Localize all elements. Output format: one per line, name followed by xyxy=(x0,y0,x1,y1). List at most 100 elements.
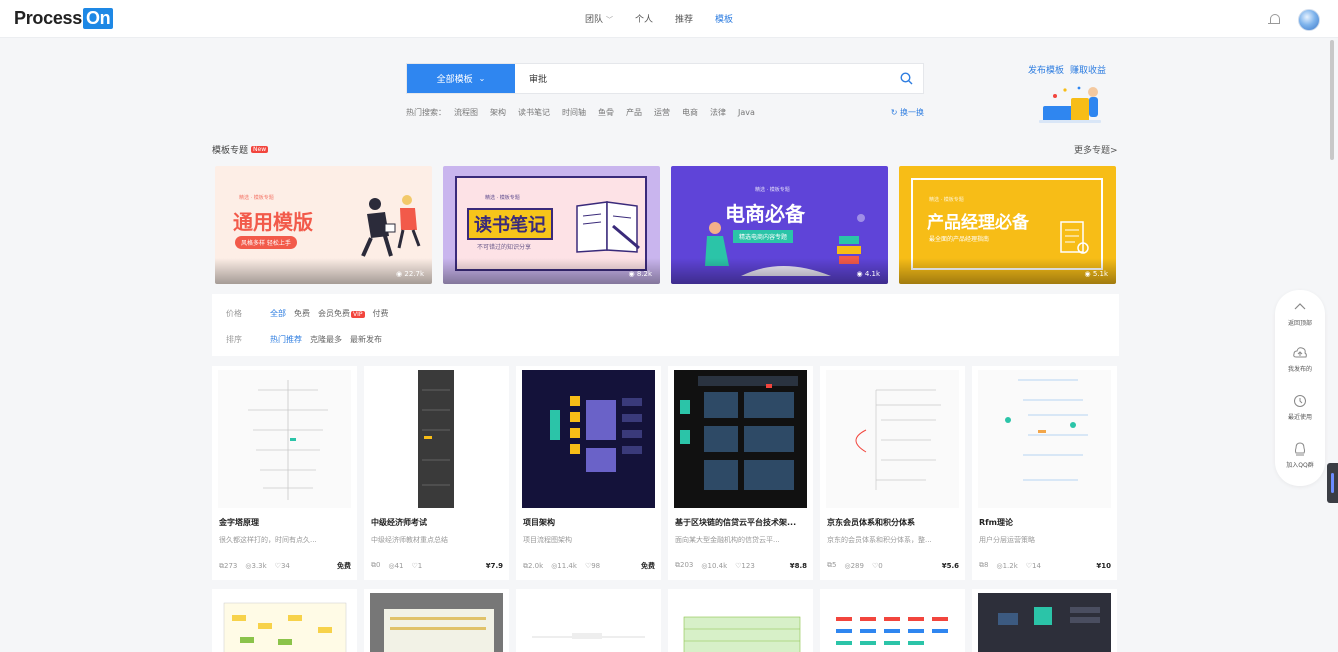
chevron-down-icon: ⌄ xyxy=(478,74,486,83)
my-published-button[interactable]: 我发布的 xyxy=(1275,346,1325,373)
hot-keyword[interactable]: 运营 xyxy=(654,107,670,118)
template-card[interactable]: 中级经济师考试 中级经济师教材重点总结 ⧉0 ◎41 ♡1 ¥7.9 xyxy=(364,366,509,580)
tool-label: 我发布的 xyxy=(1287,366,1312,373)
more-topics-link[interactable]: 更多专题> xyxy=(1074,143,1118,156)
banner-product-manager[interactable]: 精选 · 模板专题 产品经理必备 最全面的产品经理指南 ◉ 5.1k xyxy=(899,166,1116,284)
like-count: ♡1 xyxy=(411,561,423,570)
earn-income-link[interactable]: 赚取收益 xyxy=(1070,63,1106,76)
sort-option-popular[interactable]: 热门推荐 xyxy=(270,334,302,345)
template-thumbnail xyxy=(370,593,503,652)
search-input[interactable] xyxy=(515,64,889,93)
template-card[interactable] xyxy=(364,589,509,652)
hot-keyword[interactable]: Java xyxy=(738,108,755,117)
template-card[interactable] xyxy=(212,589,357,652)
card-title: 京东会员体系和积分体系 xyxy=(827,518,915,527)
hot-keyword[interactable]: 电商 xyxy=(682,107,698,118)
nav-item-templates[interactable]: 模板 xyxy=(715,12,733,25)
banner-subtitle: 最全面的产品经理指南 xyxy=(929,236,990,243)
join-qq-group-button[interactable]: 加入QQ群 xyxy=(1275,442,1325,469)
view-count: ◎289 xyxy=(844,561,864,570)
template-card[interactable] xyxy=(820,589,965,652)
card-price: ¥5.6 xyxy=(941,561,959,570)
bell-icon[interactable] xyxy=(1268,13,1280,27)
view-count: ◉ 8.2k xyxy=(628,270,652,278)
vip-badge: VIP xyxy=(351,311,365,318)
template-card[interactable] xyxy=(516,589,661,652)
recent-used-button[interactable]: 最近使用 xyxy=(1275,394,1325,421)
sort-filter-label: 排序 xyxy=(226,335,242,344)
template-card[interactable] xyxy=(972,589,1117,652)
nav-item-recommend[interactable]: 推荐 xyxy=(675,12,693,25)
hot-keyword[interactable]: 架构 xyxy=(490,107,506,118)
template-card[interactable]: Rfm理论 用户分层运营策略 ⧉8 ◎1.2k ♡14 ¥10 xyxy=(972,366,1117,580)
view-count: ◉ 22.7k xyxy=(396,270,424,278)
hot-keyword[interactable]: 时间轴 xyxy=(562,107,586,118)
hot-search-label: 热门搜索： xyxy=(406,108,446,117)
banner-shade xyxy=(671,258,888,284)
people-illustration xyxy=(361,195,421,257)
hot-keyword[interactable]: 鱼骨 xyxy=(598,107,614,118)
floating-toolbar: 返回顶部 我发布的 最近使用 加入QQ群 xyxy=(1275,290,1325,486)
filter-option-member-free[interactable]: 会员免费 VIP xyxy=(318,308,365,319)
price-filter-label: 价格 xyxy=(226,309,242,318)
sort-option-most-cloned[interactable]: 克隆最多 xyxy=(310,334,342,345)
filter-option-all[interactable]: 全部 xyxy=(270,308,286,319)
scrollbar-thumb[interactable] xyxy=(1330,40,1334,160)
clone-count: ⧉273 xyxy=(219,561,238,570)
clone-count: ⧉5 xyxy=(827,561,837,569)
template-thumbnail xyxy=(522,593,655,652)
back-to-top-button[interactable]: 返回顶部 xyxy=(1275,300,1325,327)
template-thumbnail xyxy=(826,370,959,508)
card-title: 金字塔原理 xyxy=(219,518,259,527)
sort-filter: 排序 热门推荐 克隆最多 最新发布 xyxy=(226,334,382,345)
card-description: 中级经济师教材重点总结 xyxy=(371,536,448,544)
card-stats: ⧉8 ◎1.2k ♡14 ¥10 xyxy=(979,561,1111,570)
nav-item-personal[interactable]: 个人 xyxy=(635,12,653,25)
banner-general-templates[interactable]: 精选 · 模板专题 通用模版 风格多样 轻松上手 ◉ 22.7k xyxy=(215,166,432,284)
filter-panel: 价格 全部 免费 会员免费 VIP 付费 排序 热门推荐 克隆最多 最新发布 xyxy=(212,294,1119,356)
banner-reading-notes[interactable]: 精选 · 模板专题 读书笔记 不可错过的知识分享 ◉ 8.2k xyxy=(443,166,660,284)
template-thumbnail xyxy=(218,593,351,652)
template-card[interactable]: 项目架构 项目流程图架构 ⧉2.0k ◎11.4k ♡98 免费 xyxy=(516,366,661,580)
view-count: ◉ 4.1k xyxy=(856,270,880,278)
avatar[interactable] xyxy=(1298,9,1320,31)
page-scrollbar[interactable] xyxy=(1330,40,1336,650)
template-card[interactable]: 金字塔原理 很久都这样打的，时间有点久... ⧉273 ◎3.3k ♡34 免费 xyxy=(212,366,357,580)
banner-pill: 风格多样 轻松上手 xyxy=(235,236,297,249)
hot-keyword[interactable]: 读书笔记 xyxy=(518,107,550,118)
template-thumbnail xyxy=(218,370,351,508)
banner-kicker: 精选 · 模板专题 xyxy=(485,195,520,201)
template-card[interactable]: 基于区块链的信贷云平台技术架... 面向某大型金融机构的信贷云平... ⧉203… xyxy=(668,366,813,580)
card-stats: ⧉273 ◎3.3k ♡34 免费 xyxy=(219,561,351,571)
tool-label: 最近使用 xyxy=(1287,414,1312,421)
hot-keyword[interactable]: 产品 xyxy=(626,107,642,118)
template-card[interactable] xyxy=(668,589,813,652)
view-count: ◎11.4k xyxy=(551,562,577,570)
banner-title: 通用模版 xyxy=(233,210,313,234)
banner-subtitle: 不可错过的知识分享 xyxy=(477,244,532,251)
view-count: ◉ 5.1k xyxy=(1084,270,1108,278)
card-stats: ⧉5 ◎289 ♡0 ¥5.6 xyxy=(827,561,959,570)
banner-ecommerce[interactable]: 精选 · 模板专题 电商必备 精选电商内容专题 ◉ 4.1k xyxy=(671,166,888,284)
publish-template-link[interactable]: 发布模板 xyxy=(1028,63,1064,76)
hot-keyword[interactable]: 流程图 xyxy=(454,107,478,118)
search-type-select[interactable]: 全部模板 ⌄ xyxy=(407,64,515,93)
banner-kicker: 精选 · 模板专题 xyxy=(239,195,274,201)
view-count: ◎10.4k xyxy=(701,561,728,570)
banner-kicker: 精选 · 模板专题 xyxy=(755,187,790,193)
filter-option-paid[interactable]: 付费 xyxy=(373,308,389,319)
filter-option-free[interactable]: 免费 xyxy=(294,308,310,319)
template-card[interactable]: 京东会员体系和积分体系 京东的会员体系和积分体系，整... ⧉5 ◎289 ♡0… xyxy=(820,366,965,580)
like-count: ♡98 xyxy=(584,562,601,570)
card-title: 项目架构 xyxy=(523,518,555,527)
refresh-keywords-button[interactable]: ↻ 换一换 xyxy=(891,107,924,118)
edge-handle[interactable] xyxy=(1327,463,1338,503)
hot-keyword[interactable]: 法律 xyxy=(710,107,726,118)
sort-option-newest[interactable]: 最新发布 xyxy=(350,334,382,345)
card-price: ¥8.8 xyxy=(789,561,807,570)
nav-item-team[interactable]: 团队 ﹀ xyxy=(585,12,613,25)
search-icon[interactable] xyxy=(889,64,923,93)
template-thumbnail xyxy=(370,370,503,508)
new-badge: New xyxy=(251,146,269,153)
logo[interactable]: Process On xyxy=(14,8,114,29)
